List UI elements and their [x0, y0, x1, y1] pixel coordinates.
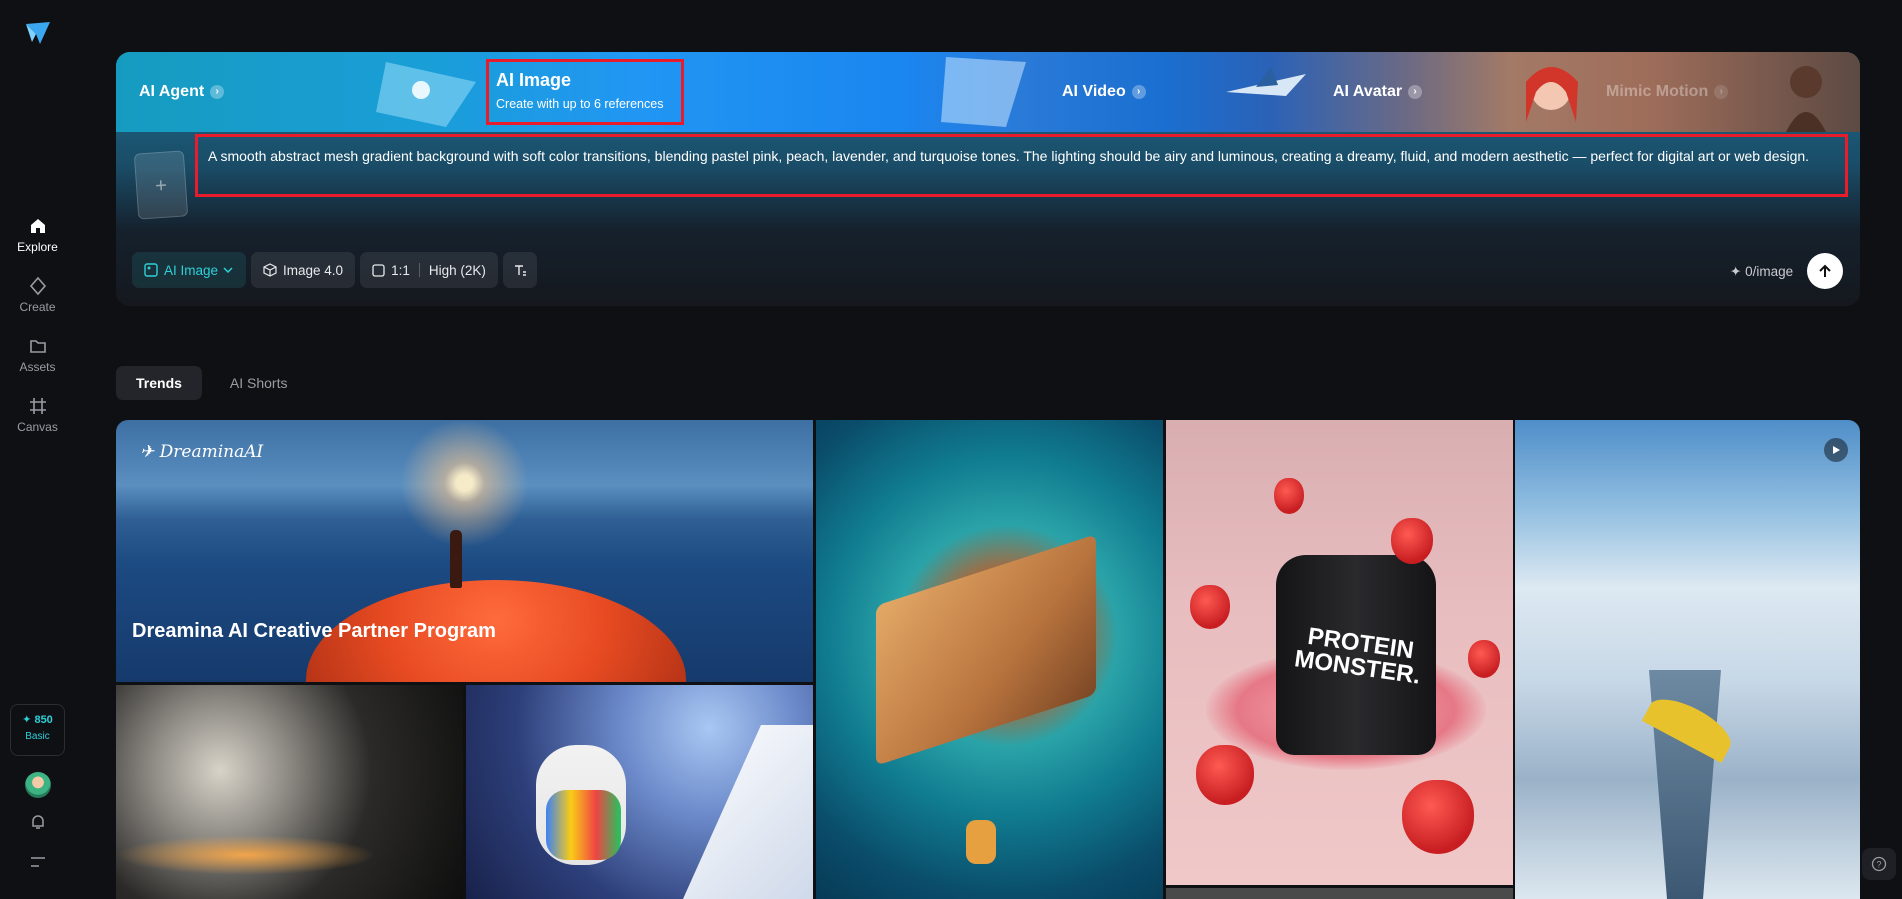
play-icon [1833, 446, 1840, 454]
gallery-item-protein-jar[interactable]: PROTEIN MONSTER. [1166, 420, 1513, 885]
model-select-label: Image 4.0 [283, 262, 344, 278]
tab-ai-avatar-label: AI Avatar [1333, 83, 1403, 100]
cube-icon [263, 263, 277, 277]
nav-create-label: Create [19, 300, 56, 314]
bell-icon[interactable] [29, 813, 47, 831]
square-ratio-icon [372, 263, 385, 277]
strawberry-shape [1391, 518, 1433, 564]
motion-illustration-icon [1786, 66, 1826, 132]
strawberry-shape [1196, 745, 1254, 805]
mode-select[interactable]: AI Image [132, 252, 247, 288]
model-select[interactable]: Image 4.0 [251, 252, 356, 288]
strawberry-shape [1468, 640, 1500, 678]
canvas-icon [29, 398, 46, 414]
generate-button[interactable] [1807, 253, 1843, 289]
tab-trends[interactable]: Trends [116, 366, 202, 400]
tab-mimic-motion[interactable]: Mimic Motion › [1606, 52, 1729, 132]
tab-ai-agent[interactable]: AI Agent › [139, 52, 225, 132]
dreamina-logo-icon[interactable] [24, 20, 52, 46]
glow-shape [116, 835, 376, 875]
feed-tabs: Trends AI Shorts [116, 366, 308, 400]
tab-ai-shorts[interactable]: AI Shorts [210, 366, 308, 400]
credits-badge[interactable]: ✦ 850 Basic [10, 704, 65, 756]
text-format-icon [514, 265, 526, 276]
gallery-item-partial[interactable] [1166, 888, 1513, 899]
nav-explore-label: Explore [17, 240, 58, 254]
gallery-item-polar-bear[interactable] [466, 685, 813, 899]
tab-ai-image[interactable]: AI Image Create with up to 6 references [486, 59, 684, 125]
folder-icon [29, 340, 46, 353]
strawberry-shape [1402, 780, 1474, 854]
tab-ai-image-label: AI Image [496, 70, 572, 90]
mode-tabs: AI Agent › AI Image Create with up to 6 … [116, 52, 1860, 132]
ratio-quality-select[interactable]: 1:1 High (2K) [360, 252, 498, 288]
sidebar: Explore Create Assets Canvas ✦ 850 Basic [0, 0, 75, 899]
help-button[interactable]: ? [1862, 848, 1896, 880]
nav-assets[interactable]: Assets [0, 336, 75, 374]
gallery-grid: ✈ DreaminaAI Dreamina AI Creative Partne… [116, 420, 1860, 899]
partner-program-banner[interactable]: ✈ DreaminaAI Dreamina AI Creative Partne… [116, 420, 813, 682]
strawberry-shape [1190, 585, 1230, 629]
credit-spark-icon: ✦ [1730, 264, 1746, 279]
gallery-item-glacier-paraglider[interactable] [1515, 420, 1860, 899]
gallery-item-statue[interactable] [116, 685, 463, 899]
tab-ai-image-subtitle: Create with up to 6 references [496, 97, 664, 111]
figure-shape [450, 530, 462, 588]
chevron-right-icon: › [1408, 85, 1423, 99]
credits-value: ✦ 850 [22, 714, 53, 726]
tab-ai-agent-label: AI Agent [139, 83, 205, 100]
brand-logo-icon: ✈ [140, 442, 160, 462]
arrow-up-icon [1819, 264, 1831, 277]
tab-ai-avatar[interactable]: AI Avatar › [1333, 52, 1423, 132]
platform-shape [876, 534, 1096, 766]
image-icon [144, 263, 158, 277]
nav-assets-label: Assets [19, 360, 56, 374]
nav-canvas-label: Canvas [17, 420, 58, 434]
svg-text:?: ? [1876, 860, 1881, 870]
nav-explore[interactable]: Explore [0, 216, 75, 254]
quality-label: High (2K) [428, 262, 486, 278]
chevron-right-icon: › [1131, 85, 1146, 99]
strawberry-shape [1274, 478, 1304, 514]
tab-ai-video-label: AI Video [1062, 83, 1126, 100]
shirt-shape [546, 790, 621, 860]
nav-canvas[interactable]: Canvas [0, 396, 75, 434]
text-style-button[interactable] [502, 252, 537, 288]
chevron-down-icon [223, 267, 233, 274]
nav-create[interactable]: Create [0, 276, 75, 314]
prompt-input[interactable]: A smooth abstract mesh gradient backgrou… [195, 134, 1848, 197]
chevron-right-icon: › [210, 85, 225, 99]
home-icon [30, 219, 45, 233]
diamond-icon [29, 276, 46, 296]
help-icon: ? [1871, 856, 1887, 872]
divider [418, 263, 420, 277]
diver-shape [966, 820, 996, 864]
ratio-label: 1:1 [391, 262, 410, 278]
chevron-right-icon: › [1714, 85, 1729, 99]
plane-illustration-icon [1226, 67, 1306, 96]
brand-label: DreaminaAI [159, 442, 264, 462]
avatar[interactable] [25, 772, 51, 798]
credit-cost-label: 0/image [1745, 264, 1794, 279]
avatar-illustration-icon [1526, 67, 1578, 122]
tab-ai-video[interactable]: AI Video › [1062, 52, 1146, 132]
banner-title: Dreamina AI Creative Partner Program [132, 620, 496, 642]
mode-select-label: AI Image [164, 262, 219, 278]
credit-cost: ✦ 0/image [1730, 264, 1793, 280]
play-button[interactable] [1824, 438, 1848, 462]
add-reference-button[interactable]: + [133, 150, 189, 220]
plan-label: Basic [25, 731, 50, 742]
gallery-item-underwater-island[interactable] [816, 420, 1163, 899]
plus-icon: + [154, 174, 168, 198]
dreamina-brand: ✈ DreaminaAI [140, 442, 263, 462]
generation-toolbar: AI Image Image 4.0 1:1 High (2K) [132, 252, 537, 288]
tab-mimic-motion-label: Mimic Motion [1606, 83, 1709, 100]
menu-icon[interactable] [29, 855, 47, 869]
generator-panel: AI Agent › AI Image Create with up to 6 … [116, 52, 1860, 306]
snow-shape [683, 725, 813, 899]
video-illustration-icon [941, 57, 1026, 127]
agent-illustration-icon [376, 62, 476, 127]
